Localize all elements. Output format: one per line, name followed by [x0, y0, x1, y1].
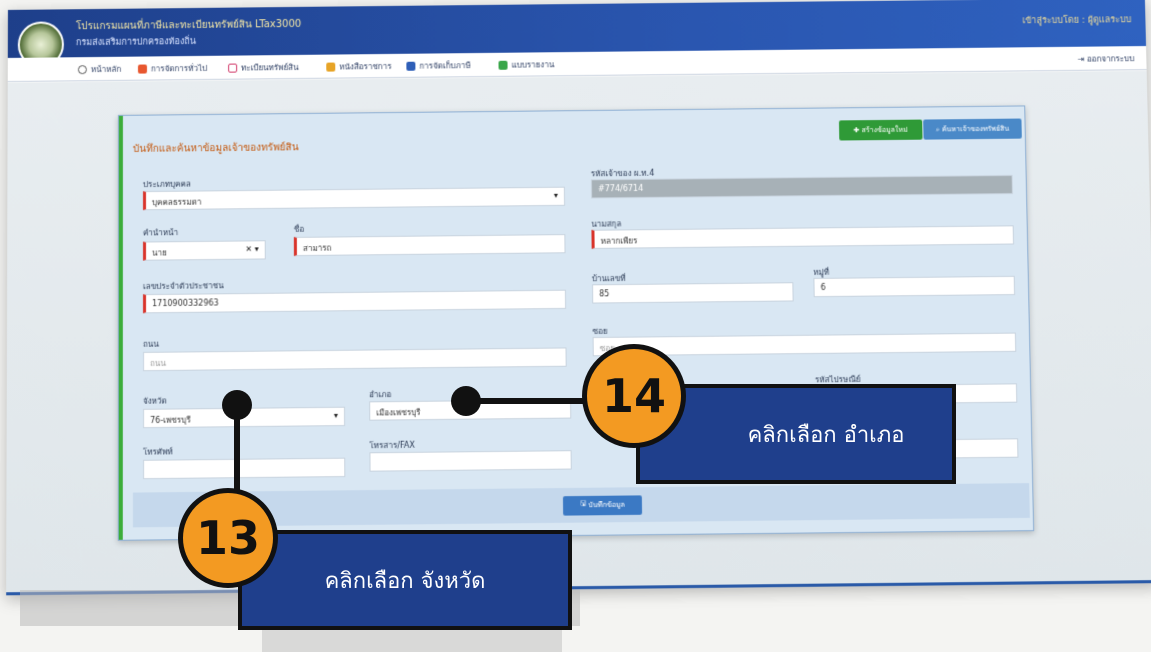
search-owner-label: ค้นหาเจ้าของทรัพย์สิน [942, 123, 1009, 135]
callout-13-number: 13 [196, 511, 260, 565]
book-icon [228, 64, 237, 73]
app-window: โปรแกรมแผนที่ภาษีและทะเบียนทรัพย์สิน LTa… [6, 0, 1151, 595]
home-icon [78, 65, 87, 74]
panel-title: บันทึกและค้นหาข้อมูลเจ้าของทรัพย์สิน [133, 140, 299, 157]
callout-13-box: คลิกเลือก จังหวัด [238, 530, 572, 630]
fax-label: โทรสาร/FAX [369, 439, 415, 453]
person-type-value: บุคคลธรรมดา [152, 198, 201, 208]
prefix-select[interactable]: นาย ✕ ▾ [143, 240, 266, 260]
province-value: 76-เพชรบุรี [150, 415, 191, 425]
id-card-input[interactable]: 1710900332963 [143, 290, 566, 314]
nav-item-label: หน้าหลัก [91, 63, 121, 76]
new-record-label: สร้างข้อมูลใหม่ [862, 124, 908, 136]
house-no-input[interactable]: 85 [592, 282, 794, 303]
search-owner-button[interactable]: ⌕ ค้นหาเจ้าของทรัพย์สิน [923, 119, 1022, 140]
road-label: ถนน [143, 338, 159, 351]
logout-link[interactable]: ⇥ ออกจากระบบ [1078, 52, 1135, 66]
district-value: เมืองเพชรบุรี [376, 408, 420, 418]
nav-item-tax[interactable]: การจัดเก็บภาษี [406, 59, 470, 73]
nav-item-property[interactable]: ทะเบียนทรัพย์สิน [228, 61, 299, 75]
document-icon [326, 63, 335, 72]
prefix-label: คำนำหน้า [143, 226, 178, 239]
firstname-input[interactable]: สามารถ [294, 234, 566, 256]
app-subtitle: กรมส่งเสริมการปกครองท้องถิ่น [76, 34, 196, 49]
prefix-value: นาย [152, 248, 167, 257]
nav-item-reports[interactable]: แบบรายงาน [498, 58, 554, 72]
moo-input[interactable]: 6 [813, 276, 1015, 297]
new-record-button[interactable]: ✚ สร้างข้อมูลใหม่ [839, 120, 923, 141]
save-button[interactable]: 🖫 บันทึกข้อมูล [563, 495, 642, 515]
chevron-down-icon: ▾ [554, 191, 558, 200]
fax-input[interactable] [369, 450, 571, 472]
callout-13-connector [234, 415, 240, 500]
lastname-input[interactable]: หลากเพียร [591, 225, 1014, 249]
callout-14-badge: 14 [582, 344, 686, 448]
phone-label: โทรศัพท์ [143, 445, 173, 459]
nav-item-label: แบบรายงาน [511, 58, 554, 71]
district-label: อำเภอ [369, 388, 391, 401]
id-card-label: เลขประจำตัวประชาชน [143, 279, 224, 293]
callout-14-text: คลิกเลือก อำเภอ [748, 417, 905, 452]
page: โปรแกรมแผนที่ภาษีและทะเบียนทรัพย์สิน LTa… [0, 0, 1151, 652]
app-title: โปรแกรมแผนที่ภาษีและทะเบียนทรัพย์สิน LTa… [76, 17, 301, 34]
content-area: บันทึกและค้นหาข้อมูลเจ้าของทรัพย์สิน ✚ ส… [6, 71, 1151, 595]
owner-code-field: #774/6714 [591, 175, 1013, 199]
nav-item-label: หนังสือราชการ [339, 60, 391, 74]
panel-accent [119, 116, 123, 540]
report-icon [498, 61, 507, 70]
nav-item-letters[interactable]: หนังสือราชการ [326, 60, 391, 74]
ledger-icon [406, 62, 415, 71]
callout-14-number: 14 [602, 369, 666, 423]
callout-13-badge: 13 [178, 488, 278, 588]
callout-13-text: คลิกเลือก จังหวัด [325, 563, 486, 598]
nav-item-home[interactable]: หน้าหลัก [78, 63, 121, 76]
province-label: จังหวัด [143, 394, 167, 407]
chevron-down-icon: ✕ ▾ [245, 244, 258, 253]
nav-item-label: การจัดการทั่วไป [151, 62, 207, 76]
nav-item-label: การจัดเก็บภาษี [419, 59, 470, 73]
road-input[interactable]: ถนน [143, 347, 567, 371]
logout-label: ออกจากระบบ [1087, 54, 1134, 64]
nav-item-label: ทะเบียนทรัพย์สิน [241, 61, 299, 75]
user-info: เข้าสู่ระบบโดย : ผู้ดูแลระบบ [1022, 12, 1131, 27]
nav-item-general[interactable]: การจัดการทั่วไป [138, 62, 207, 76]
firstname-label: ชื่อ [294, 223, 304, 236]
callout-14-connector [475, 398, 595, 404]
person-type-label: ประเภทบุคคล [143, 178, 191, 192]
chevron-down-icon: ▾ [334, 411, 338, 420]
shadow-strip [262, 628, 562, 652]
phone-input[interactable] [143, 458, 345, 480]
person-type-select[interactable]: บุคคลธรรมดา ▾ [143, 187, 565, 211]
save-label: บันทึกข้อมูล [588, 500, 625, 512]
gear-icon [138, 64, 147, 73]
